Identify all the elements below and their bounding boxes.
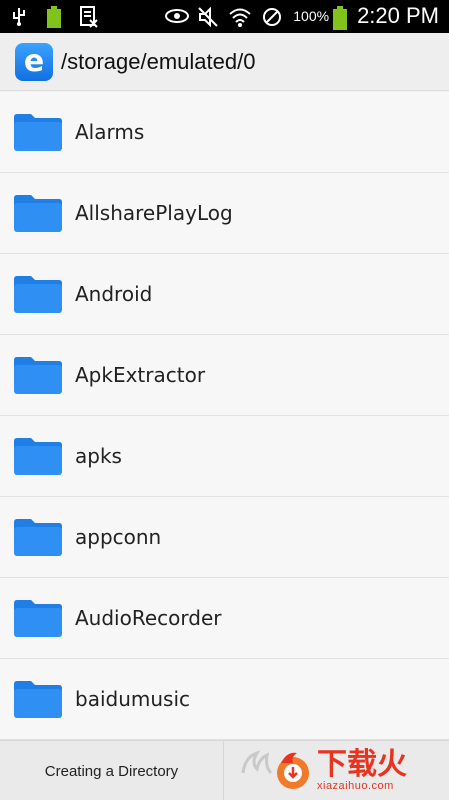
watermark: 下载火 xiazaihuo.com <box>235 741 449 800</box>
folder-icon <box>12 192 64 234</box>
folder-label: baidumusic <box>75 687 191 711</box>
folder-icon <box>12 516 64 558</box>
folder-label: appconn <box>75 525 162 549</box>
watermark-text-en: xiazaihuo.com <box>317 780 394 792</box>
folder-item-apkextractor[interactable]: ApkExtractor <box>0 335 449 416</box>
screenshot-icon <box>80 6 102 28</box>
folder-label: apks <box>75 444 122 468</box>
folder-icon <box>12 273 64 315</box>
watermark-text-cn: 下载火 <box>317 747 407 782</box>
watermark-logo-icon <box>235 743 315 799</box>
eye-icon <box>165 6 190 26</box>
watermark-text: 下载火 xiazaihuo.com <box>317 747 407 793</box>
file-list[interactable]: Alarms AllsharePlayLog Android ApkExtrac… <box>0 92 449 740</box>
folder-icon <box>12 111 64 153</box>
block-icon <box>261 6 283 26</box>
folder-icon <box>12 597 64 639</box>
folder-label: AudioRecorder <box>75 606 222 630</box>
folder-label: Alarms <box>75 120 145 144</box>
app-bar: e /storage/emulated/0 <box>0 33 449 91</box>
folder-item-allshareplaylog[interactable]: AllsharePlayLog <box>0 173 449 254</box>
status-time: 2:20 PM <box>357 3 439 28</box>
folder-item-appconn[interactable]: appconn <box>0 497 449 578</box>
app-logo[interactable]: e <box>15 42 53 81</box>
folder-label: Android <box>75 282 153 306</box>
status-bar-left <box>12 6 102 28</box>
battery-small-icon <box>46 6 68 28</box>
folder-item-android[interactable]: Android <box>0 254 449 335</box>
folder-icon <box>12 678 64 720</box>
folder-label: AllsharePlayLog <box>75 201 233 225</box>
folder-item-apks[interactable]: apks <box>0 416 449 497</box>
current-path: /storage/emulated/0 <box>61 48 256 74</box>
create-directory-button[interactable]: Creating a Directory <box>0 741 224 800</box>
folder-icon <box>12 354 64 396</box>
folder-item-alarms[interactable]: Alarms <box>0 92 449 173</box>
battery-icon <box>333 6 348 30</box>
folder-label: ApkExtractor <box>75 363 206 387</box>
battery-percent: 100% <box>293 8 330 24</box>
folder-item-audiorecorder[interactable]: AudioRecorder <box>0 578 449 659</box>
status-bar: 100% 2:20 PM <box>0 0 449 33</box>
bottom-bar: Creating a Directory 下载火 xiazaihuo.com <box>0 740 449 800</box>
folder-icon <box>12 435 64 477</box>
mute-icon <box>197 6 219 28</box>
folder-item-baidumusic[interactable]: baidumusic <box>0 659 449 740</box>
app-logo-letter: e <box>23 44 45 79</box>
status-bar-right: 100% 2:20 PM <box>165 3 439 30</box>
usb-icon <box>12 6 34 26</box>
wifi-icon <box>229 6 251 27</box>
